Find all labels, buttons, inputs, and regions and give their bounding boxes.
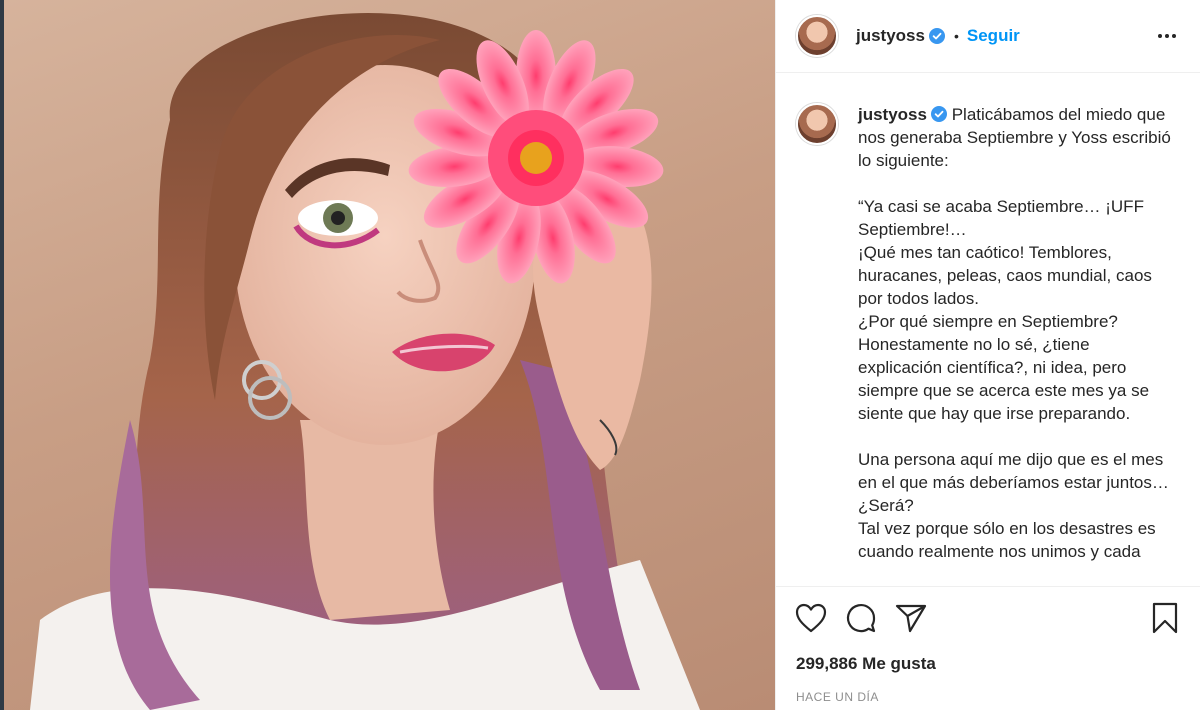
post-side-panel: justyoss • Seguir justyoss Platicábamos … [775, 0, 1200, 710]
follow-button[interactable]: Seguir [967, 26, 1020, 46]
caption-section: justyoss Platicábamos del miedo que nos … [776, 73, 1200, 586]
author-avatar[interactable] [796, 15, 838, 57]
caption-author-avatar[interactable] [796, 103, 838, 145]
post-header: justyoss • Seguir [776, 0, 1200, 73]
post-photo[interactable] [0, 0, 775, 710]
portrait-illustration [30, 13, 700, 710]
caption-username[interactable]: justyoss [858, 105, 927, 124]
author-username[interactable]: justyoss [856, 26, 925, 46]
instagram-post: justyoss • Seguir justyoss Platicábamos … [0, 0, 1200, 710]
more-options-icon[interactable] [1154, 26, 1180, 46]
header-separator: • [953, 28, 959, 44]
heart-icon[interactable] [794, 601, 828, 635]
action-bar [776, 586, 1200, 648]
paper-plane-icon[interactable] [894, 601, 928, 635]
verified-badge-icon [928, 28, 945, 44]
post-timestamp[interactable]: HACE UN DÍA [776, 678, 1200, 710]
caption-text: Platicábamos del miedo que nos generaba … [858, 105, 1171, 561]
caption: justyoss Platicábamos del miedo que nos … [858, 103, 1178, 586]
bookmark-icon[interactable] [1148, 601, 1182, 635]
likes-count[interactable]: 299,886 Me gusta [776, 648, 1200, 678]
comment-icon[interactable] [844, 601, 878, 635]
caption-verified-badge-icon [930, 106, 947, 122]
